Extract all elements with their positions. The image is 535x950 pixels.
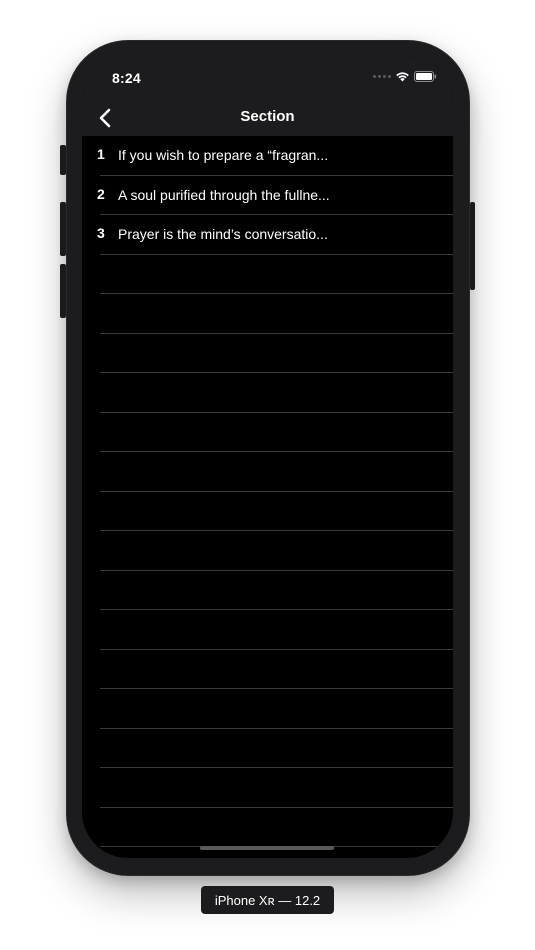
empty-row (82, 334, 453, 374)
section-list: 1 If you wish to prepare a “fragran... 2… (82, 136, 453, 847)
list-item[interactable]: 3 Prayer is the mind’s conversatio... (82, 215, 453, 255)
page-title: Section (240, 108, 295, 125)
battery-icon (414, 71, 437, 82)
list-item-text: Prayer is the mind’s conversatio... (118, 226, 328, 242)
list-item-number: 1 (97, 146, 105, 162)
cellular-dots-icon (373, 75, 391, 78)
empty-row (82, 650, 453, 690)
empty-row (82, 294, 453, 334)
wifi-icon (396, 72, 409, 82)
status-bar: 8:24 (82, 56, 453, 100)
status-time: 8:24 (112, 70, 141, 86)
empty-row (82, 610, 453, 650)
list-item-number: 2 (97, 185, 105, 202)
empty-row (82, 373, 453, 413)
home-indicator[interactable] (200, 846, 334, 850)
simulator-stage: 8:24 Section 1 If you wish to prepare a … (0, 0, 535, 950)
empty-row (82, 492, 453, 532)
empty-row (82, 729, 453, 769)
empty-row (82, 255, 453, 295)
empty-row (82, 768, 453, 808)
empty-row (82, 689, 453, 729)
list-item-text: A soul purified through the fullne... (118, 186, 330, 203)
power-button (470, 202, 475, 290)
navigation-bar: Section (82, 100, 453, 136)
empty-row (82, 808, 453, 848)
device-label: iPhone Xʀ — 12.2 (201, 886, 334, 914)
list-item[interactable]: 2 A soul purified through the fullne... (82, 176, 453, 216)
status-icons (373, 71, 437, 82)
empty-row (82, 531, 453, 571)
screen: 8:24 Section 1 If you wish to prepare a … (82, 56, 453, 858)
notch (162, 56, 373, 86)
empty-row (82, 413, 453, 453)
list-item-text: If you wish to prepare a “fragran... (118, 147, 329, 163)
list-item-number: 3 (97, 225, 105, 241)
list-item[interactable]: 1 If you wish to prepare a “fragran... (82, 136, 453, 176)
empty-row (82, 571, 453, 611)
empty-row (82, 452, 453, 492)
